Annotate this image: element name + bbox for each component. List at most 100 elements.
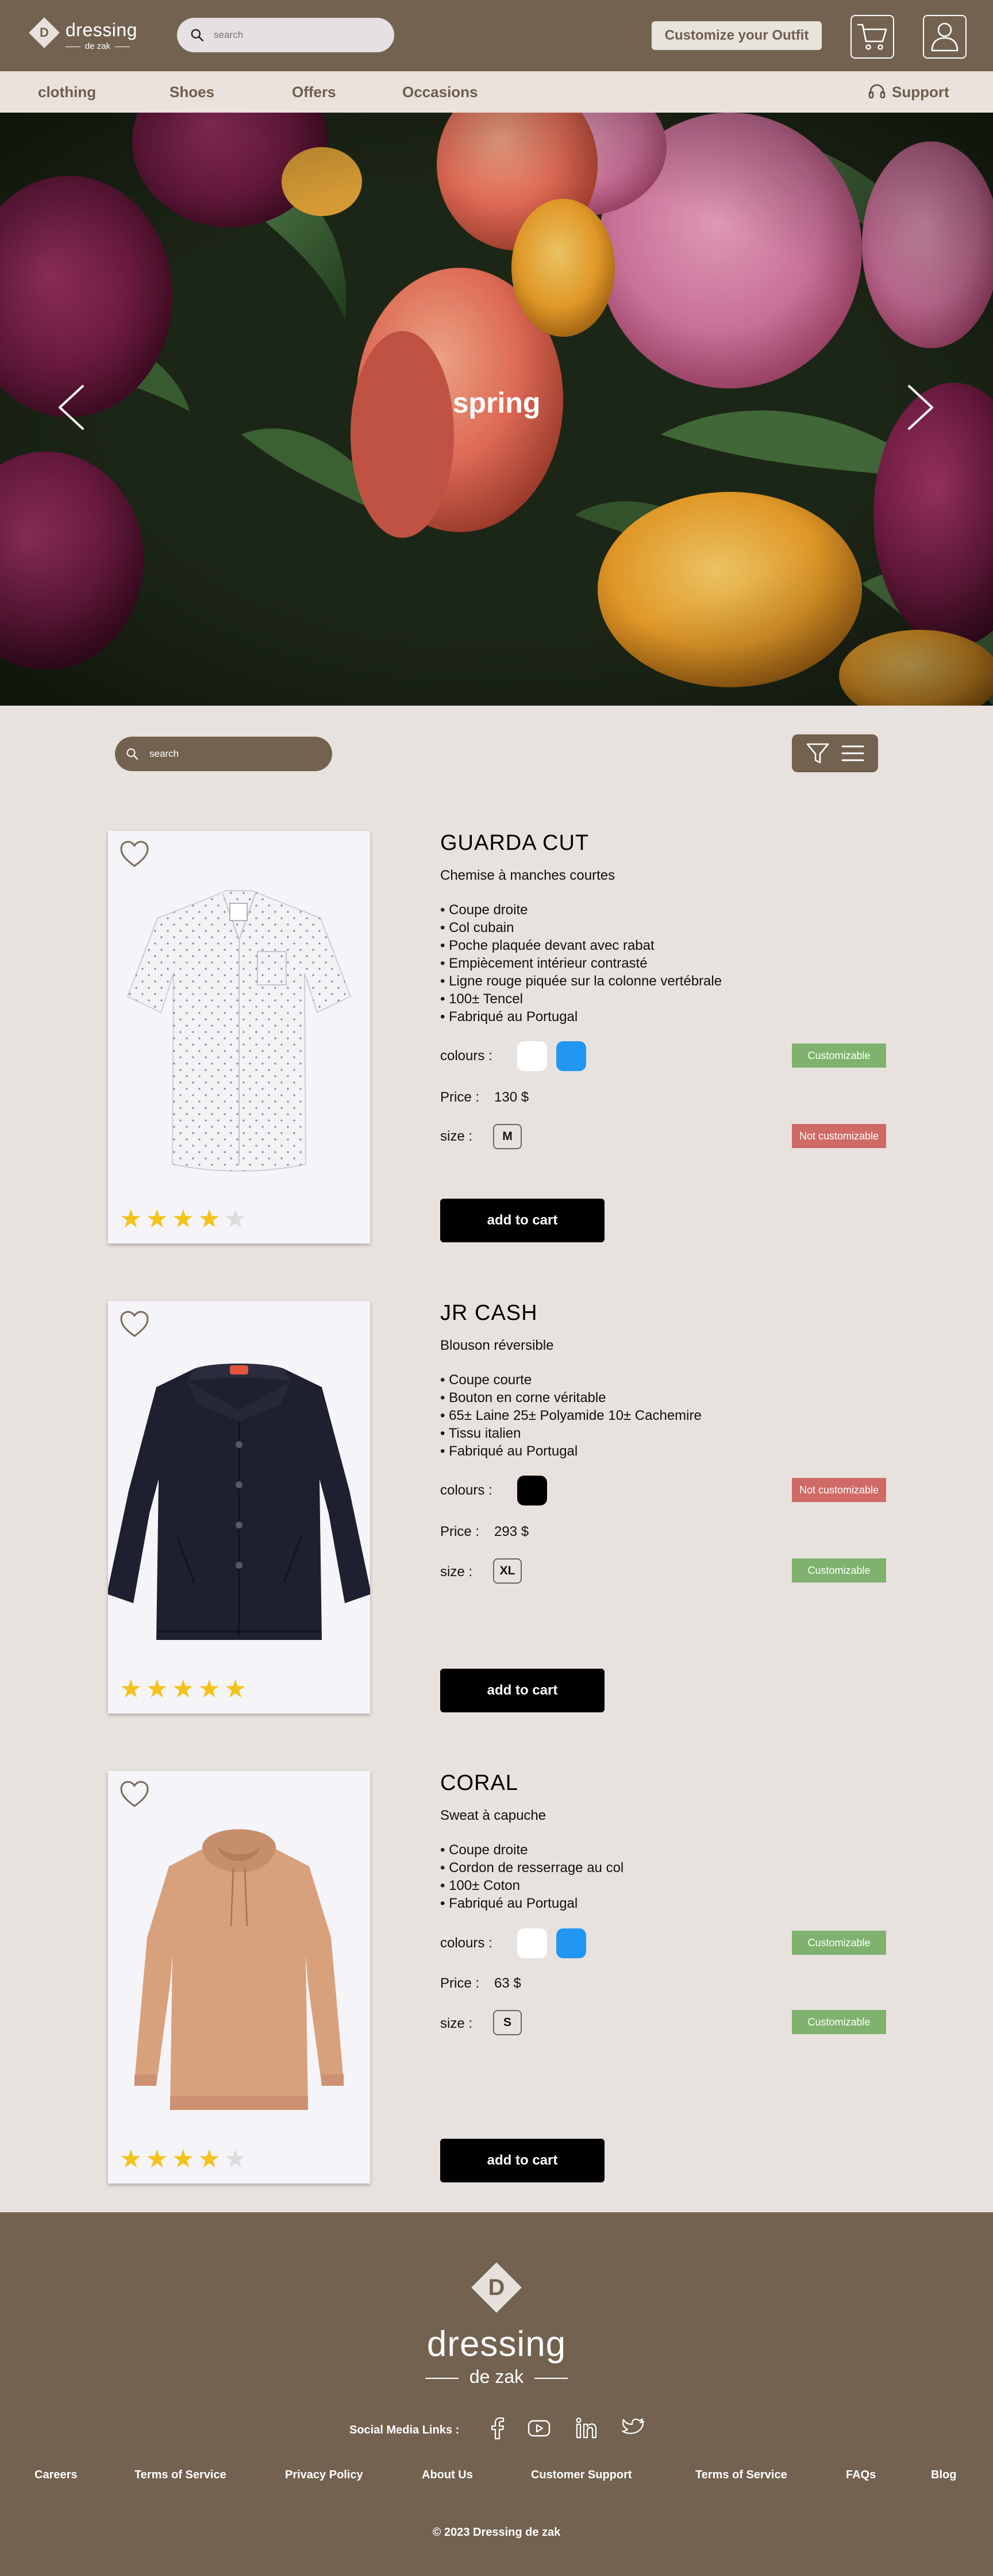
product-card[interactable]: ★ ★ ★ ★ ★ (108, 1301, 370, 1714)
colours-label: colours : (440, 1935, 492, 1951)
feature-item: • Bouton en corne véritable (440, 1390, 606, 1406)
carousel-prev-arrow-icon[interactable] (54, 382, 88, 433)
nav-item-clothing[interactable]: clothing (38, 71, 96, 113)
star-filled-icon: ★ (224, 1675, 247, 1703)
heart-icon[interactable] (120, 1780, 149, 1809)
nav-item-offers[interactable]: Offers (292, 71, 336, 113)
nav-item-shoes[interactable]: Shoes (170, 71, 214, 113)
add-to-cart-button[interactable]: add to cart (440, 1669, 605, 1712)
top-header: D dressing de zak Customize your Outfit (0, 0, 993, 71)
menu-icon[interactable] (840, 742, 865, 765)
filter-sort-controls (792, 734, 878, 772)
colour-swatch-white[interactable] (517, 1928, 547, 1958)
header-search-input[interactable] (214, 29, 386, 41)
account-button[interactable] (923, 15, 967, 59)
size-label: size : (440, 1564, 473, 1580)
linkedin-icon[interactable] (574, 2416, 599, 2441)
product-item: ★ ★ ★ ★ ★ GUARDA CUT Chemise à manches court… (0, 831, 993, 1245)
twitter-icon[interactable] (621, 2416, 646, 2441)
feature-list: • Coupe droite • Col cubain • Poche plaq… (440, 901, 722, 1026)
product-subtitle: Blouson réversible (440, 1338, 554, 1353)
product-search[interactable] (115, 737, 332, 771)
add-to-cart-button[interactable]: add to cart (440, 1199, 605, 1242)
star-filled-icon: ★ (120, 2145, 143, 2173)
size-status-badge: Customizable (792, 2010, 886, 2034)
price-value: 293 $ (494, 1524, 529, 1539)
logo-name: dressing (66, 20, 137, 40)
star-filled-icon: ★ (145, 2145, 168, 2173)
product-search-input[interactable] (149, 748, 322, 760)
colour-swatch-blue[interactable] (556, 1928, 586, 1958)
footer-brand-name: dressing (426, 2324, 567, 2364)
feature-item: • Fabriqué au Portugal (440, 1896, 578, 1911)
footer-link-terms[interactable]: Terms of Service (134, 2469, 226, 2482)
size-label: size : (440, 2016, 473, 2031)
cart-button[interactable] (850, 15, 894, 59)
product-card[interactable]: ★ ★ ★ ★ ★ (108, 1771, 370, 2184)
price-label: Price : (440, 1976, 480, 1991)
customize-outfit-button[interactable]: Customize your Outfit (652, 21, 822, 50)
support-link[interactable]: Support (868, 71, 949, 113)
feature-list: • Coupe courte • Bouton en corne véritab… (440, 1371, 702, 1460)
footer-link-blog[interactable]: Blog (931, 2469, 956, 2482)
rating-stars: ★ ★ ★ ★ ★ (120, 1676, 247, 1703)
product-subtitle: Chemise à manches courtes (440, 868, 615, 883)
star-filled-icon: ★ (198, 2145, 221, 2173)
hoodie-image (134, 1829, 344, 2110)
star-filled-icon: ★ (120, 1675, 143, 1703)
star-filled-icon: ★ (145, 1205, 168, 1233)
product-item: ★ ★ ★ ★ ★ JR CASH Blouson réversible • Coupe… (0, 1301, 993, 1715)
shirt-image (126, 890, 352, 1172)
colours-label: colours : (440, 1048, 492, 1064)
header-search[interactable] (177, 18, 394, 52)
category-nav: clothing Shoes Offers Occasions Support (0, 71, 993, 113)
feature-item: • Coupe droite (440, 1842, 528, 1858)
facebook-icon[interactable] (485, 2416, 510, 2441)
footer-link-faqs[interactable]: FAQs (846, 2469, 876, 2482)
headset-icon (868, 84, 886, 99)
search-icon (191, 29, 204, 42)
site-footer: D dressing de zak Social Media Links : C… (0, 2212, 993, 2576)
nav-item-occasions[interactable]: Occasions (402, 71, 478, 113)
feature-item: • Empiècement intérieur contrasté (440, 956, 648, 971)
star-filled-icon: ★ (198, 1205, 221, 1233)
star-filled-icon: ★ (145, 1675, 168, 1703)
heart-icon[interactable] (120, 1310, 149, 1339)
heart-icon[interactable] (120, 840, 149, 869)
product-name: GUARDA CUT (440, 831, 590, 855)
footer-link-careers[interactable]: Careers (34, 2469, 78, 2482)
feature-item: • Coupe courte (440, 1372, 532, 1388)
product-name: JR CASH (440, 1301, 538, 1325)
size-selector[interactable]: M (493, 1124, 522, 1149)
footer-link-support[interactable]: Customer Support (531, 2469, 632, 2482)
star-filled-icon: ★ (198, 1675, 221, 1703)
product-name: CORAL (440, 1771, 518, 1795)
product-subtitle: Sweat à capuche (440, 1808, 546, 1823)
product-item: ★ ★ ★ ★ ★ CORAL Sweat à capuche • Coupe droi… (0, 1771, 993, 2185)
youtube-icon[interactable] (526, 2416, 552, 2441)
colour-swatch-blue[interactable] (556, 1041, 586, 1071)
footer-link-privacy[interactable]: Privacy Policy (285, 2469, 363, 2482)
brand-logo[interactable]: D dressing de zak (29, 17, 144, 52)
social-media-label: Social Media Links : (349, 2424, 460, 2436)
carousel-next-arrow-icon[interactable] (903, 382, 938, 433)
feature-item: • 100± Coton (440, 1878, 520, 1893)
hero-title: spring (452, 387, 541, 419)
footer-link-about[interactable]: About Us (422, 2469, 473, 2482)
colours-status-badge: Not customizable (792, 1478, 886, 1502)
add-to-cart-button[interactable]: add to cart (440, 2139, 605, 2182)
size-selector[interactable]: S (493, 2010, 522, 2035)
colours-label: colours : (440, 1483, 492, 1498)
star-filled-icon: ★ (171, 1675, 195, 1703)
size-label: size : (440, 1129, 473, 1144)
colours-status-badge: Customizable (792, 1931, 886, 1955)
product-card[interactable]: ★ ★ ★ ★ ★ (108, 831, 370, 1243)
footer-link-terms-2[interactable]: Terms of Service (695, 2469, 787, 2482)
feature-item: • 65± Laine 25± Polyamide 10± Cachemire (440, 1408, 702, 1423)
logo-letter: D (40, 25, 49, 40)
colour-swatch-white[interactable] (517, 1041, 547, 1071)
size-status-badge: Not customizable (792, 1124, 886, 1148)
filter-icon[interactable] (805, 741, 830, 766)
colour-swatch-black[interactable] (517, 1476, 547, 1505)
size-selector[interactable]: XL (493, 1558, 522, 1584)
